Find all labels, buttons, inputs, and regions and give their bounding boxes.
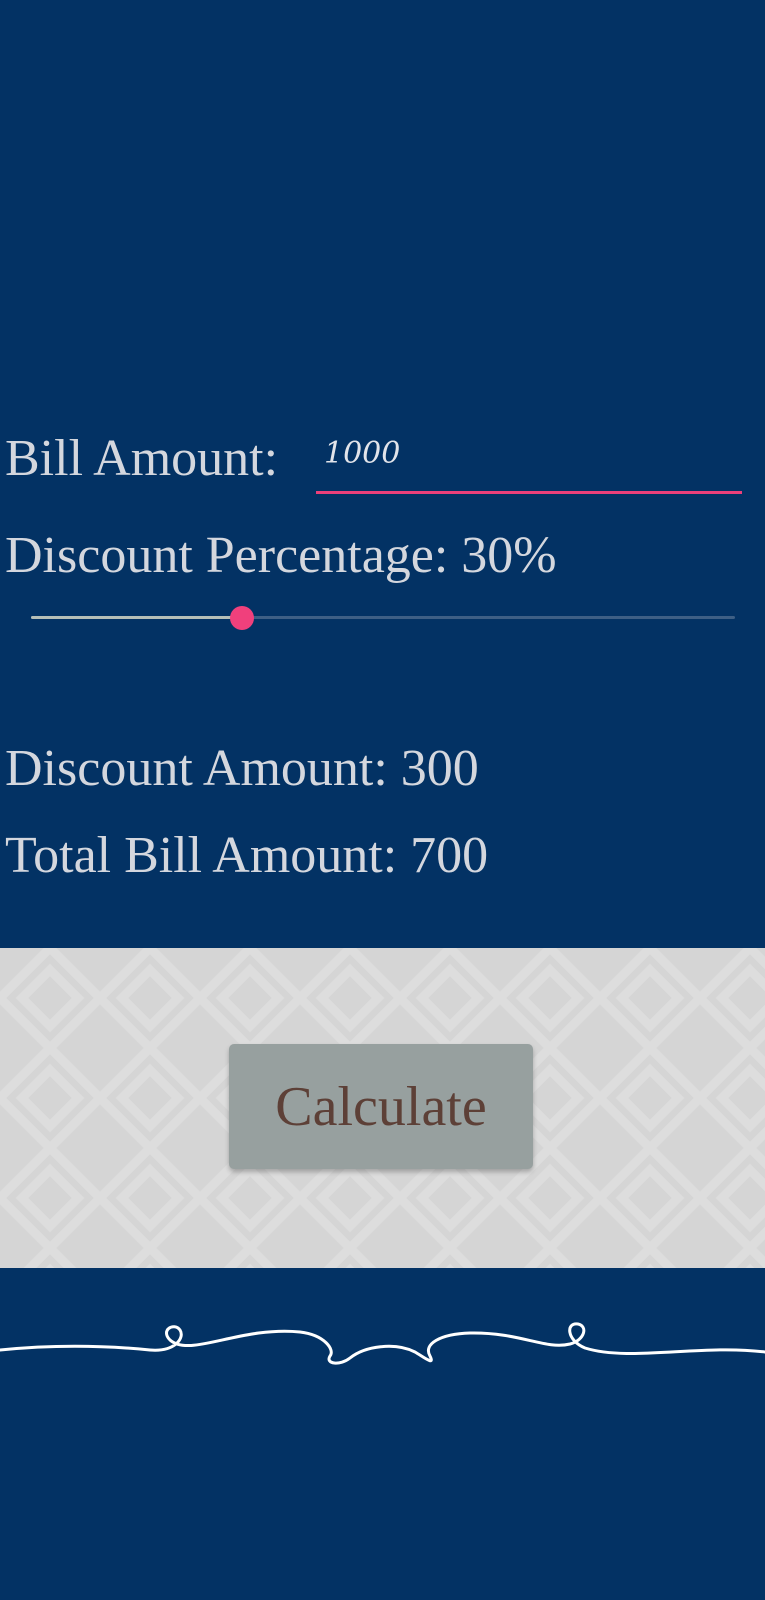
calculate-button[interactable]: Calculate (229, 1044, 533, 1169)
total-bill-amount-text: Total Bill Amount: 700 (5, 827, 489, 884)
button-panel: Calculate (0, 948, 765, 1268)
discount-amount-text: Discount Amount: 300 (5, 740, 479, 797)
bill-amount-row: Bill Amount: (5, 428, 742, 498)
discount-calculator-screen: Bill Amount: Discount Percentage: 30% Di… (0, 0, 765, 1600)
swirl-divider-icon (0, 1322, 765, 1365)
slider-thumb[interactable] (230, 606, 255, 630)
discount-percentage-label: Discount Percentage: 30% (5, 527, 557, 584)
bill-amount-input[interactable] (316, 428, 742, 494)
discount-slider[interactable] (31, 600, 735, 636)
slider-fill (31, 616, 243, 619)
bill-amount-label: Bill Amount: (5, 430, 279, 487)
